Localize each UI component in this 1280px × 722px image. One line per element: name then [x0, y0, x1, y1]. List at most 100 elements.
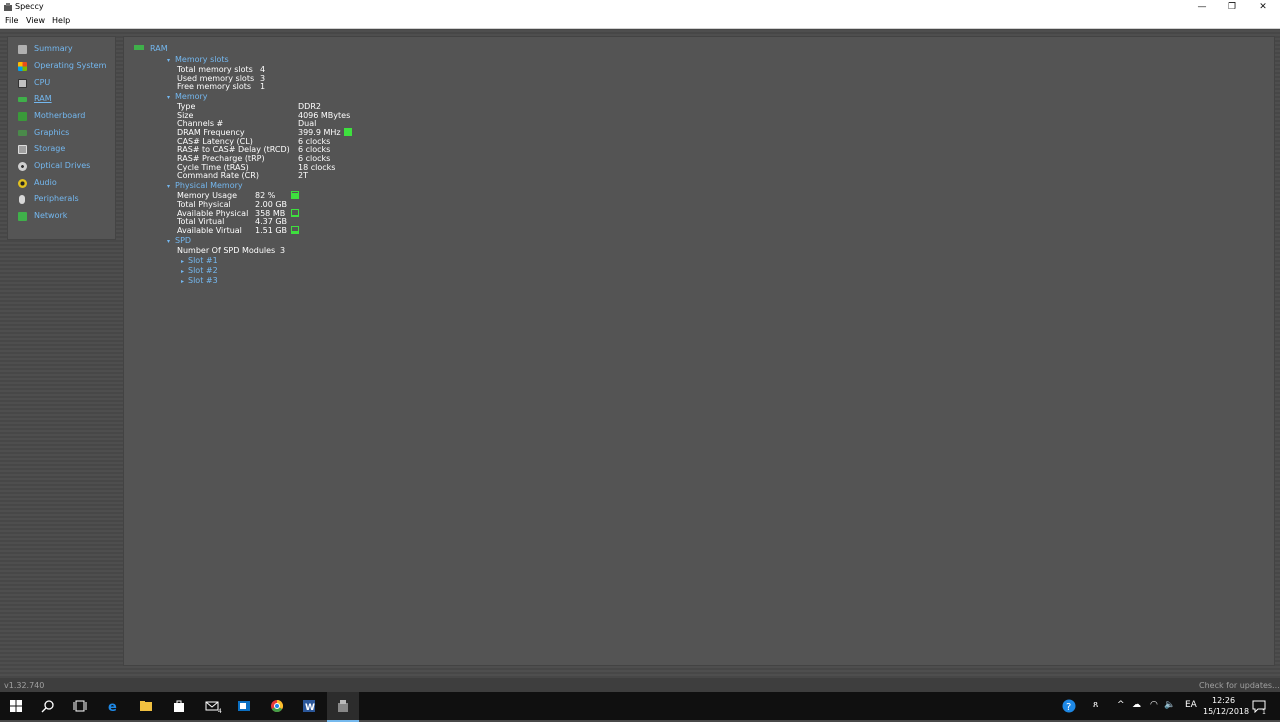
row-value: 399.9 MHz: [298, 128, 341, 137]
speccy-icon: [338, 700, 348, 712]
language-indicator[interactable]: EA: [1185, 700, 1197, 710]
file-explorer-icon[interactable]: [139, 699, 153, 713]
minimize-button[interactable]: —: [1187, 0, 1217, 15]
taskbar: e 4 W ? ጸ ^ ☁ ◠ 🔈 EA 12:26 15/12/2018 1: [0, 692, 1280, 722]
version-label: v1.32.740: [4, 681, 45, 690]
clock-time[interactable]: 12:26: [1212, 696, 1235, 705]
word-icon[interactable]: W: [302, 699, 316, 713]
row-label: Type: [177, 102, 196, 111]
row-label: Total Virtual: [177, 217, 225, 226]
main-area: Summary Operating System CPU RAM Motherb…: [0, 29, 1280, 678]
outlook-icon[interactable]: [237, 699, 251, 713]
graphics-card-icon: [18, 130, 27, 136]
row-value: Dual: [298, 119, 317, 128]
spd-modules-value: 3: [280, 246, 286, 255]
sidebar-item-label: Operating System: [34, 61, 107, 70]
hard-drive-icon: [18, 145, 27, 154]
menu-file[interactable]: File: [5, 16, 18, 25]
section-title: RAM: [150, 44, 168, 53]
windows-logo-icon: [18, 62, 27, 71]
window-title: Speccy: [15, 2, 44, 11]
mail-icon[interactable]: [205, 699, 219, 713]
collapse-arrow-icon[interactable]: ▾: [167, 56, 170, 65]
status-bar: v1.32.740 Check for updates...: [0, 678, 1280, 692]
sidebar-item-label: Motherboard: [34, 111, 86, 120]
search-icon[interactable]: [41, 699, 55, 713]
row-label: Free memory slots: [177, 82, 252, 91]
row-value: 82 %: [255, 191, 276, 200]
sidebar-item-label: Summary: [34, 44, 73, 53]
spd-modules-label: Number Of SPD Modules: [177, 246, 276, 255]
check-updates-link[interactable]: Check for updates...: [1199, 681, 1280, 690]
svg-text:?: ?: [1066, 702, 1071, 713]
cpu-chip-icon: [18, 79, 27, 88]
wifi-icon[interactable]: ◠: [1150, 700, 1158, 710]
network-icon: [18, 212, 27, 221]
motherboard-icon: [18, 112, 27, 121]
sidebar-item-label: Audio: [34, 178, 57, 187]
sidebar-item-label: Optical Drives: [34, 161, 91, 170]
row-label: DRAM Frequency: [177, 128, 245, 137]
edge-browser-icon[interactable]: e: [107, 699, 121, 713]
row-label: Available Virtual: [177, 226, 242, 235]
close-button[interactable]: ✕: [1248, 0, 1278, 15]
clock-date[interactable]: 15/12/2018: [1203, 707, 1249, 716]
optical-disc-icon: [18, 162, 27, 171]
help-icon[interactable]: ?: [1062, 699, 1076, 713]
temperature-indicator: [344, 128, 352, 136]
ram-stick-icon: [18, 97, 27, 102]
title-bar: Speccy — ❐ ✕: [0, 0, 1280, 15]
sidebar-item-label: CPU: [34, 78, 51, 87]
people-icon[interactable]: ጸ: [1093, 700, 1098, 710]
start-windows-icon[interactable]: [9, 699, 23, 713]
menu-bar: File View Help: [0, 15, 1280, 29]
spd-slot-2[interactable]: Slot #2: [188, 266, 218, 275]
svg-text:W: W: [305, 703, 315, 713]
spd-slot-1[interactable]: Slot #1: [188, 256, 218, 265]
content-panel: RAM ▾ Memory slots Total memory slots 4 …: [123, 36, 1275, 666]
onedrive-cloud-icon[interactable]: ☁: [1132, 700, 1141, 710]
sidebar-item-label: Peripherals: [34, 194, 79, 203]
svg-text:e: e: [108, 700, 117, 713]
expand-arrow-icon[interactable]: ▸: [181, 267, 184, 276]
physical-memory-heading[interactable]: Physical Memory: [175, 181, 243, 190]
notification-count: 1: [1262, 709, 1266, 716]
sidebar-item-label: RAM: [34, 94, 52, 103]
speccy-app-icon: [4, 3, 12, 11]
spd-slot-3[interactable]: Slot #3: [188, 276, 218, 285]
row-value: 6 clocks: [298, 145, 331, 154]
sidebar-item-label: Graphics: [34, 128, 70, 137]
chevron-up-icon[interactable]: ^: [1117, 700, 1125, 710]
memory-heading[interactable]: Memory: [175, 92, 208, 101]
row-label: Total memory slots: [177, 65, 253, 74]
collapse-arrow-icon[interactable]: ▾: [167, 93, 170, 102]
memory-usage-meter: [291, 191, 299, 199]
spd-heading[interactable]: SPD: [175, 236, 191, 245]
available-physical-meter: [291, 209, 299, 217]
row-label: Command Rate (CR): [177, 171, 259, 180]
task-view-icon[interactable]: [73, 699, 87, 713]
row-value: 4.37 GB: [255, 217, 288, 226]
restore-button[interactable]: ❐: [1217, 0, 1247, 15]
volume-icon[interactable]: 🔈: [1164, 700, 1175, 710]
speaker-icon: [18, 179, 27, 188]
row-value: 1.51 GB: [255, 226, 288, 235]
speccy-taskbar-button[interactable]: [327, 692, 359, 722]
row-label: Memory Usage: [177, 191, 238, 200]
menu-view[interactable]: View: [26, 16, 45, 25]
ram-stick-icon: [134, 45, 144, 50]
collapse-arrow-icon[interactable]: ▾: [167, 237, 170, 246]
available-virtual-meter: [291, 226, 299, 234]
expand-arrow-icon[interactable]: ▸: [181, 257, 184, 266]
store-icon[interactable]: [172, 699, 186, 713]
row-label: Total Physical: [177, 200, 231, 209]
collapse-arrow-icon[interactable]: ▾: [167, 182, 170, 191]
sidebar-item-label: Network: [34, 211, 68, 220]
sidebar: Summary Operating System CPU RAM Motherb…: [7, 36, 116, 240]
chrome-icon[interactable]: [270, 699, 284, 713]
row-value: 1: [260, 82, 266, 91]
expand-arrow-icon[interactable]: ▸: [181, 277, 184, 286]
memory-slots-heading[interactable]: Memory slots: [175, 55, 229, 64]
menu-help[interactable]: Help: [52, 16, 70, 25]
row-label: Channels #: [177, 119, 224, 128]
